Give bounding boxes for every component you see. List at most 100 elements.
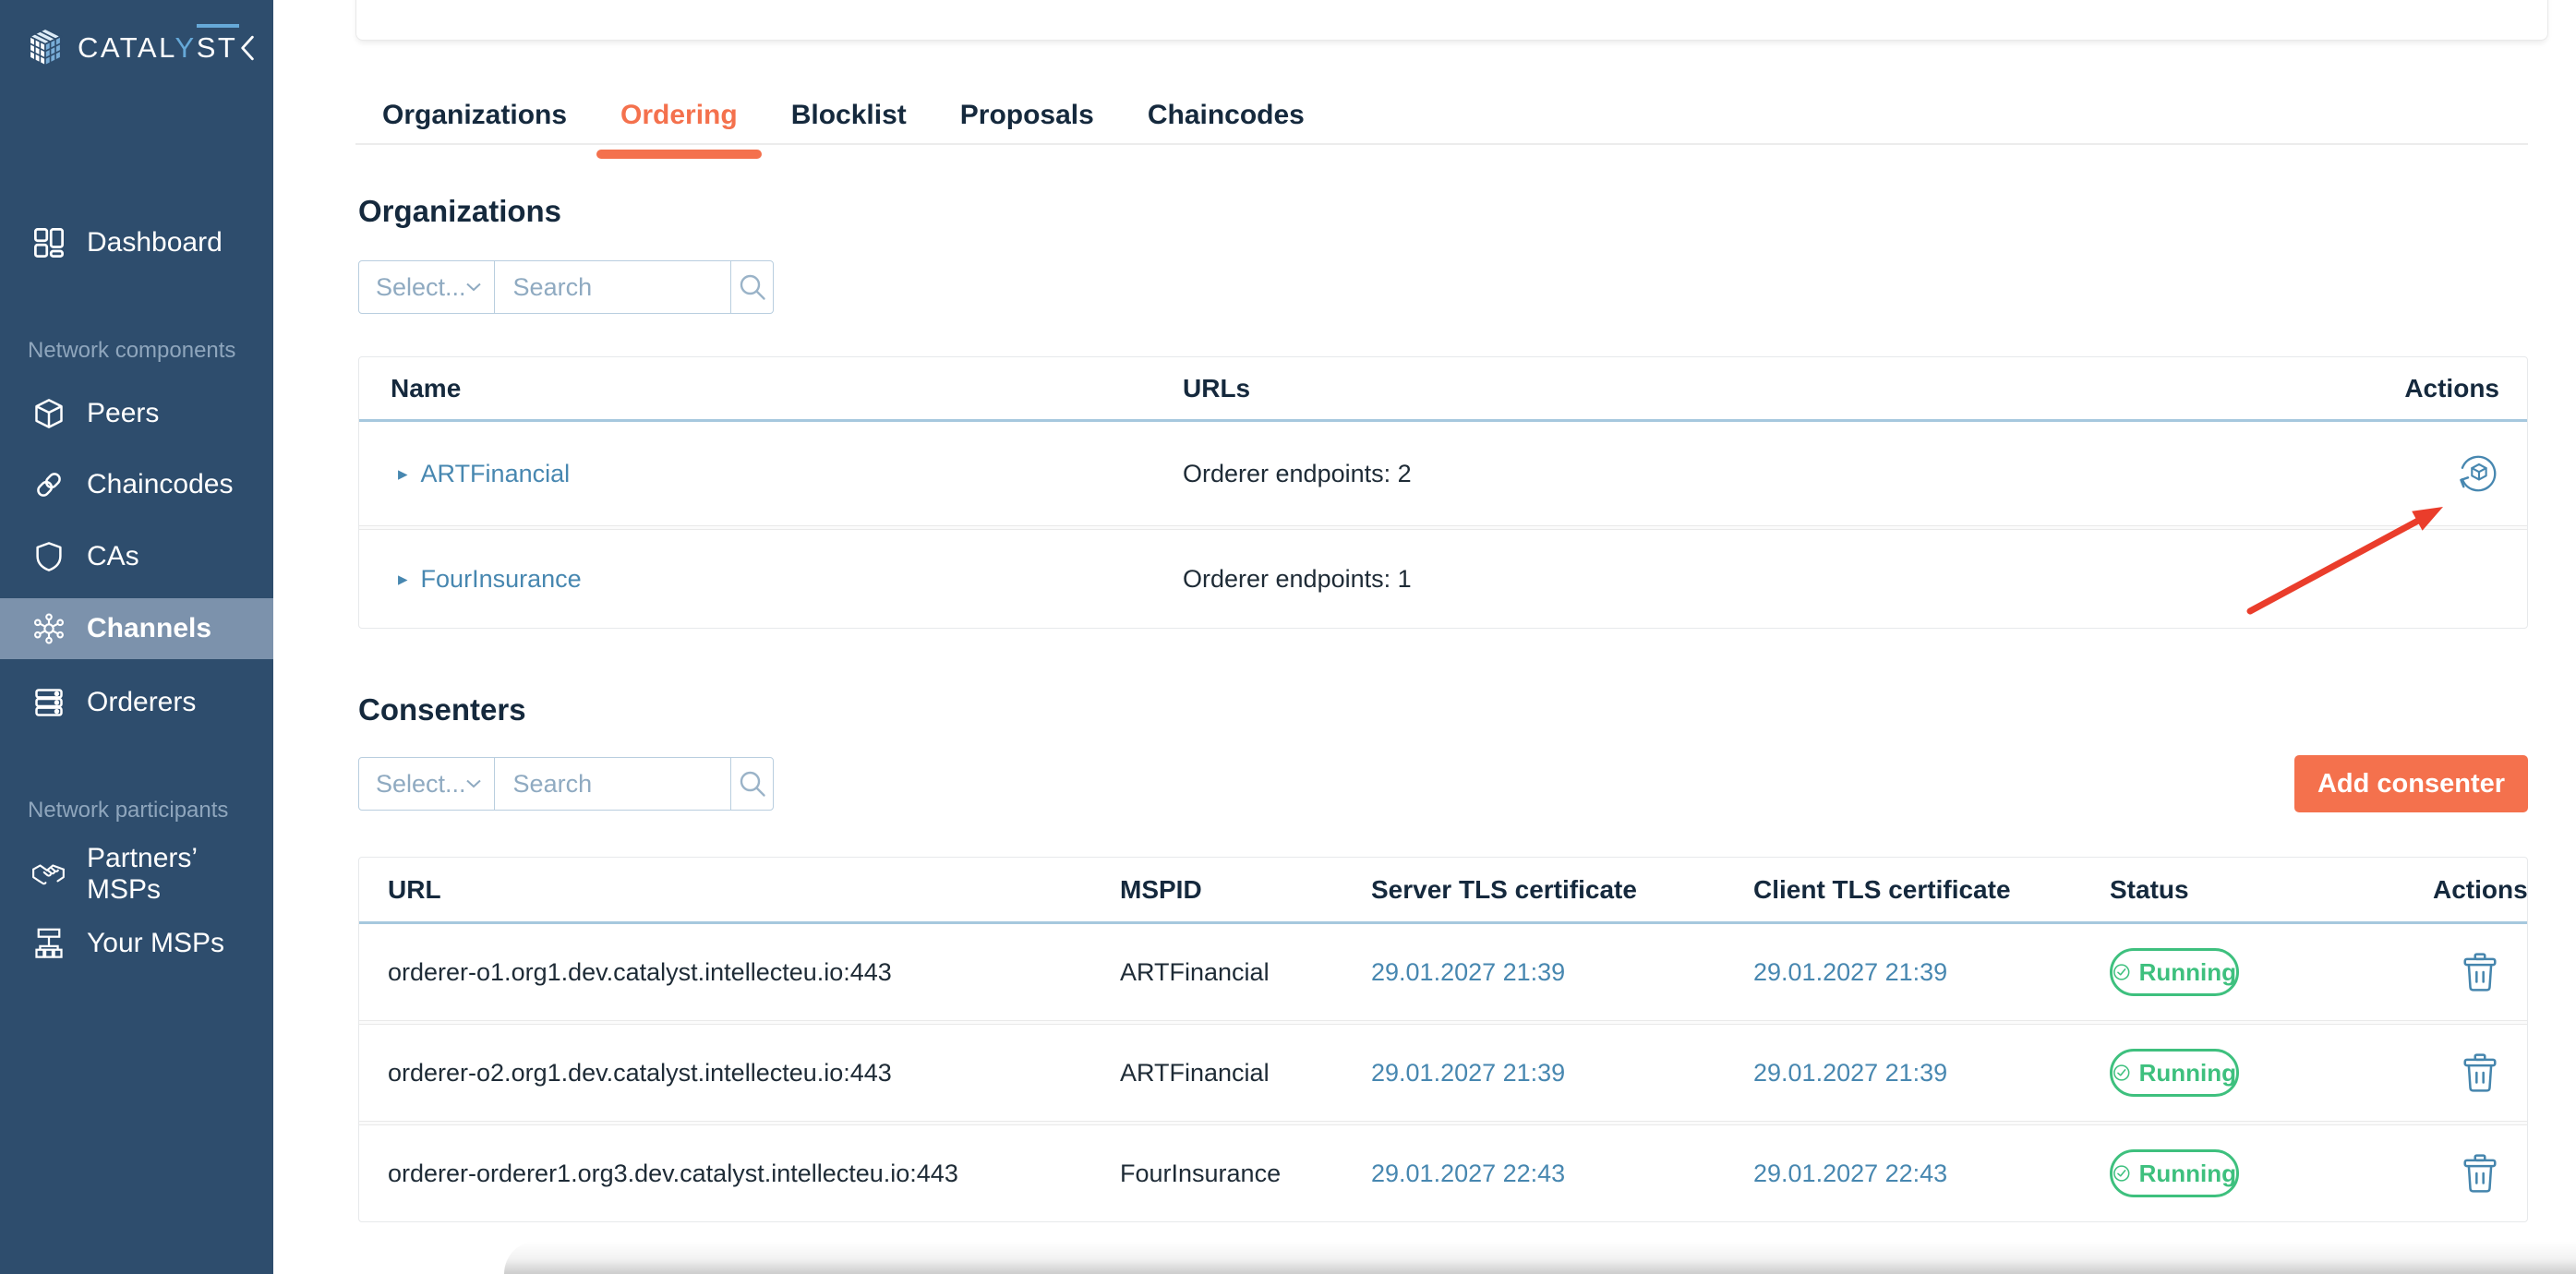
consenter-mspid: ARTFinancial — [1120, 1058, 1270, 1087]
column-header-urls: URLs — [1183, 373, 1251, 403]
tabs-divider — [355, 143, 2528, 145]
client-tls-cert-link[interactable]: 29.01.2027 22:43 — [1753, 1160, 1947, 1187]
delete-consenter-button[interactable] — [2462, 1053, 2498, 1092]
sidebar-section-network-participants: Network participants — [28, 798, 229, 823]
sidebar-item-cas[interactable]: CAs — [0, 524, 273, 589]
organization-urls: Orderer endpoints: 1 — [1183, 564, 1412, 593]
expand-caret-icon[interactable]: ▸ — [398, 463, 408, 486]
cas-icon — [31, 539, 66, 574]
server-tls-cert-link[interactable]: 29.01.2027 21:39 — [1371, 1059, 1565, 1087]
consenter-row: orderer-orderer1.org3.dev.catalyst.intel… — [359, 1125, 2527, 1221]
organizations-filter: Select... — [358, 260, 774, 314]
peers-icon — [31, 396, 66, 431]
search-icon — [740, 274, 765, 300]
trash-icon — [2463, 1154, 2497, 1193]
logo-cube-icon — [28, 28, 63, 67]
app-window: CATALYST Dashboard Network components Pe… — [0, 0, 2576, 1274]
sidebar-collapse-button[interactable] — [238, 34, 257, 62]
channels-icon — [31, 611, 66, 646]
expand-caret-icon[interactable]: ▸ — [398, 568, 408, 591]
chevron-down-icon — [465, 282, 481, 292]
sidebar-item-label: Chaincodes — [87, 469, 234, 499]
status-badge: Running — [2110, 948, 2239, 996]
search-icon — [740, 771, 765, 797]
sidebar-item-label: Channels — [87, 613, 212, 643]
tab-bar: Organizations Ordering Blocklist Proposa… — [382, 100, 1305, 159]
status-badge: Running — [2110, 1149, 2239, 1197]
organizations-table-header: Name URLs Actions — [359, 357, 2527, 422]
delete-consenter-button[interactable] — [2462, 953, 2498, 992]
consenters-table: URL MSPID Server TLS certificate Client … — [358, 857, 2528, 1222]
organization-urls: Orderer endpoints: 2 — [1183, 459, 1412, 487]
dashboard-icon — [31, 225, 66, 260]
consenter-row: orderer-o1.org1.dev.catalyst.intellecteu… — [359, 924, 2527, 1020]
update-orderer-button[interactable] — [2457, 452, 2499, 495]
tab-blocklist[interactable]: Blocklist — [791, 100, 907, 131]
tab-proposals[interactable]: Proposals — [960, 100, 1094, 131]
status-text: Running — [2138, 957, 2236, 986]
column-header-actions: Actions — [2404, 373, 2499, 403]
delete-consenter-button[interactable] — [2462, 1154, 2498, 1193]
tab-organizations[interactable]: Organizations — [382, 100, 567, 131]
column-header-mspid: MSPID — [1120, 874, 1202, 904]
column-header-client-tls: Client TLS certificate — [1753, 874, 2011, 904]
status-text: Running — [2138, 1058, 2236, 1087]
consenters-filter: Select... — [358, 757, 774, 811]
sidebar-item-label: CAs — [87, 541, 139, 571]
sidebar-item-partners-msps[interactable]: Partners’ MSPs — [0, 842, 273, 907]
sidebar-item-orderers[interactable]: Orderers — [0, 670, 273, 735]
tab-chaincodes[interactable]: Chaincodes — [1148, 100, 1305, 131]
trash-icon — [2463, 1053, 2497, 1092]
sidebar-item-label: Peers — [87, 398, 160, 428]
logo-text: CATALYST — [78, 24, 239, 64]
partners-msps-icon — [31, 857, 66, 892]
organizations-filter-select[interactable]: Select... — [359, 261, 495, 313]
consenters-search-input[interactable] — [494, 758, 730, 810]
status-badge: Running — [2110, 1049, 2239, 1097]
column-header-status: Status — [2110, 874, 2189, 904]
organizations-search-input[interactable] — [494, 261, 730, 313]
organization-name-link[interactable]: ARTFinancial — [421, 460, 571, 488]
trash-icon — [2463, 953, 2497, 992]
select-placeholder: Select... — [376, 272, 466, 301]
organizations-section-title: Organizations — [358, 194, 562, 228]
sidebar-item-label: Orderers — [87, 687, 197, 717]
chevron-down-icon — [465, 779, 481, 788]
logo: CATALYST — [24, 24, 257, 72]
column-header-server-tls: Server TLS certificate — [1371, 874, 1637, 904]
consenters-table-header: URL MSPID Server TLS certificate Client … — [359, 858, 2528, 924]
sidebar-item-label: Partners’ MSPs — [87, 843, 197, 905]
check-circle-icon — [2113, 1064, 2130, 1081]
add-consenter-button[interactable]: Add consenter — [2294, 755, 2528, 812]
update-cube-icon — [2460, 455, 2497, 492]
chaincodes-icon — [31, 467, 66, 502]
sidebar-item-chaincodes[interactable]: Chaincodes — [0, 452, 273, 517]
consenters-section-title: Consenters — [358, 692, 526, 727]
organization-name-link[interactable]: FourInsurance — [421, 565, 582, 594]
organization-row: ▸ FourInsurance Orderer endpoints: 1 — [359, 530, 2527, 628]
top-panel-edge — [355, 0, 2548, 41]
consenter-url: orderer-orderer1.org3.dev.catalyst.intel… — [388, 1159, 958, 1187]
consenters-search-button[interactable] — [730, 758, 773, 810]
sidebar-item-label: Your MSPs — [87, 928, 224, 958]
main-content: Organizations Ordering Blocklist Proposa… — [273, 0, 2576, 1274]
orderers-icon — [31, 685, 66, 720]
server-tls-cert-link[interactable]: 29.01.2027 22:43 — [1371, 1160, 1565, 1187]
client-tls-cert-link[interactable]: 29.01.2027 21:39 — [1753, 958, 1947, 986]
sidebar-item-your-msps[interactable]: Your MSPs — [0, 911, 273, 976]
sidebar-item-peers[interactable]: Peers — [0, 381, 273, 446]
check-circle-icon — [2113, 1165, 2130, 1182]
tab-ordering[interactable]: Ordering — [596, 100, 762, 159]
status-text: Running — [2138, 1159, 2236, 1187]
consenters-filter-select[interactable]: Select... — [359, 758, 495, 810]
consenter-mspid: FourInsurance — [1120, 1159, 1282, 1187]
chevron-left-icon — [241, 35, 254, 61]
server-tls-cert-link[interactable]: 29.01.2027 21:39 — [1371, 958, 1565, 986]
client-tls-cert-link[interactable]: 29.01.2027 21:39 — [1753, 1059, 1947, 1087]
organizations-search-button[interactable] — [730, 261, 773, 313]
sidebar-item-dashboard[interactable]: Dashboard — [0, 210, 273, 275]
consenter-row: orderer-o2.org1.dev.catalyst.intellecteu… — [359, 1025, 2527, 1121]
column-header-actions: Actions — [2433, 874, 2528, 904]
sidebar-item-channels[interactable]: Channels — [0, 598, 273, 659]
organization-row: ▸ ARTFinancial Orderer endpoints: 2 — [359, 422, 2527, 525]
